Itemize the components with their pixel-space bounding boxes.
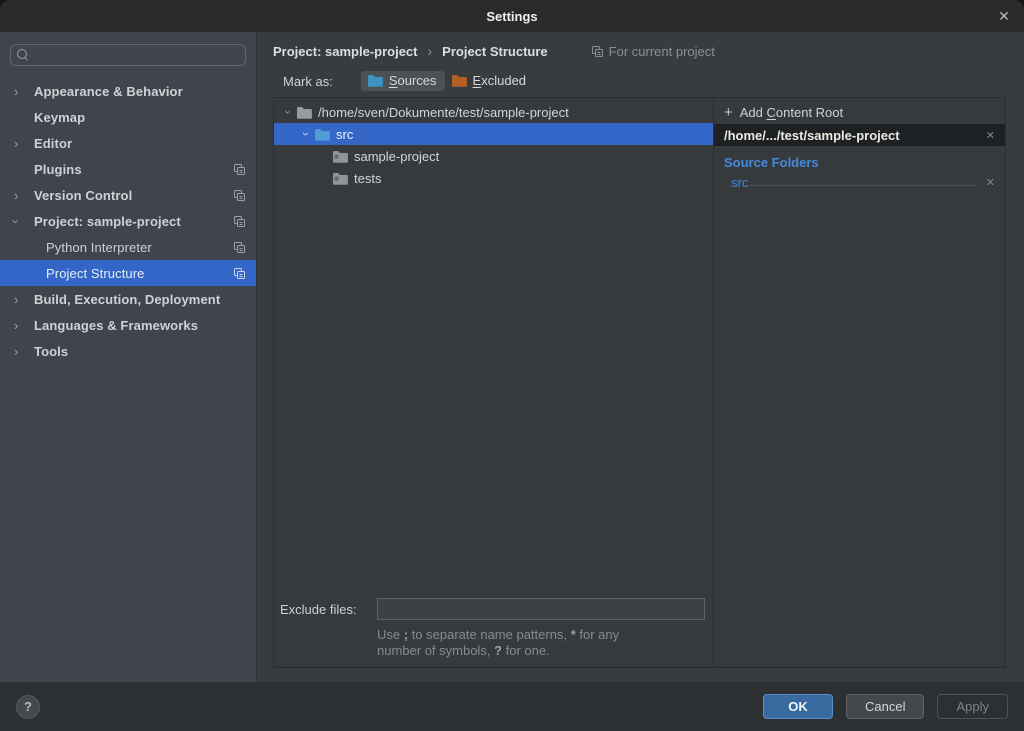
dialog-footer: ? OK Cancel Apply: [0, 682, 1024, 731]
tree-row-content-root[interactable]: › /home/sven/Dokumente/test/sample-proje…: [274, 101, 713, 123]
current-project-badge-icon: [590, 45, 604, 58]
breadcrumb-separator: ›: [428, 43, 433, 59]
remove-source-folder-icon[interactable]: ✕: [984, 176, 997, 189]
source-folder-row[interactable]: src ✕: [714, 172, 1005, 192]
chevron-right-icon: ›: [14, 188, 34, 203]
cancel-button[interactable]: Cancel: [846, 694, 924, 719]
breadcrumb-project: Project: sample-project: [273, 44, 418, 59]
current-project-badge-icon: [232, 267, 246, 280]
sidebar-item-plugins[interactable]: Plugins: [0, 156, 256, 182]
ok-button[interactable]: OK: [763, 694, 833, 719]
source-folder-icon: [367, 74, 383, 87]
remove-content-root-icon[interactable]: ✕: [984, 129, 997, 142]
dialog-title: Settings: [486, 9, 537, 24]
plus-icon: +: [724, 104, 733, 121]
sidebar-item-editor[interactable]: › Editor: [0, 130, 256, 156]
chevron-right-icon: ›: [14, 292, 34, 307]
current-project-badge-icon: [232, 189, 246, 202]
apply-button[interactable]: Apply: [937, 694, 1008, 719]
tree-row-label: tests: [354, 171, 381, 186]
tree-row-label: sample-project: [354, 149, 439, 164]
sidebar-item-languages-frameworks[interactable]: › Languages & Frameworks: [0, 312, 256, 338]
settings-dialog: Settings ✕ › Appearance & Behavior Keyma…: [0, 0, 1024, 731]
exclude-files-label: Exclude files:: [280, 602, 377, 617]
help-button[interactable]: ?: [16, 695, 40, 719]
title-bar: Settings ✕: [0, 0, 1024, 32]
content-root-row[interactable]: /home/.../test/sample-project ✕: [714, 124, 1005, 146]
chevron-down-icon: ›: [298, 127, 314, 141]
chevron-right-icon: ›: [14, 136, 34, 151]
source-folder-name: src: [731, 175, 748, 190]
chevron-right-icon: ›: [14, 318, 34, 333]
settings-sidebar: › Appearance & Behavior Keymap › Editor …: [0, 32, 256, 682]
folder-icon: [296, 106, 312, 119]
tree-row-src[interactable]: › src: [274, 123, 713, 145]
folder-icon: [332, 172, 348, 185]
directory-tree: › /home/sven/Dokumente/test/sample-proje…: [274, 98, 713, 598]
sidebar-item-build-execution-deployment[interactable]: › Build, Execution, Deployment: [0, 286, 256, 312]
tree-row-label: /home/sven/Dokumente/test/sample-project: [318, 105, 569, 120]
source-folder-icon: [314, 128, 330, 141]
current-project-badge-icon: [232, 241, 246, 254]
sidebar-item-appearance-behavior[interactable]: › Appearance & Behavior: [0, 78, 256, 104]
tree-row-sample-project[interactable]: sample-project: [274, 145, 713, 167]
sidebar-item-version-control[interactable]: › Version Control: [0, 182, 256, 208]
chevron-down-icon: ›: [280, 105, 296, 119]
tree-row-label: src: [336, 127, 353, 142]
scope-label: For current project: [609, 44, 715, 59]
sidebar-item-tools[interactable]: › Tools: [0, 338, 256, 364]
search-icon: [17, 49, 29, 61]
sidebar-item-project-structure[interactable]: Project Structure: [0, 260, 256, 286]
chevron-right-icon: ›: [14, 344, 34, 359]
search-box[interactable]: [10, 44, 246, 66]
current-project-badge-icon: [232, 163, 246, 176]
folder-icon: [332, 150, 348, 163]
search-input[interactable]: [35, 48, 239, 63]
chevron-down-icon: ›: [14, 214, 34, 229]
sidebar-item-keymap[interactable]: Keymap: [0, 104, 256, 130]
content-roots-pane: + Add Content Root /home/.../test/sample…: [714, 98, 1005, 667]
sidebar-item-python-interpreter[interactable]: Python Interpreter: [0, 234, 256, 260]
page-title: Project Structure: [442, 44, 547, 59]
source-folders-title: Source Folders: [714, 146, 1005, 172]
settings-nav: › Appearance & Behavior Keymap › Editor …: [0, 78, 256, 364]
sidebar-item-project-sample-project[interactable]: › Project: sample-project: [0, 208, 256, 234]
add-content-root-button[interactable]: + Add Content Root: [714, 98, 1005, 124]
mark-as-label: Mark as:: [283, 74, 333, 89]
mark-as-toolbar: Mark as: Sources Excluded: [257, 66, 1024, 96]
tree-row-tests[interactable]: tests: [274, 167, 713, 189]
content-root-tree-pane: › /home/sven/Dokumente/test/sample-proje…: [274, 98, 714, 667]
current-project-badge-icon: [232, 215, 246, 228]
dotted-leader: [750, 185, 977, 186]
excluded-folder-icon: [451, 74, 467, 87]
content-root-path: /home/.../test/sample-project: [724, 128, 984, 143]
exclude-files-section: Exclude files: Use ; to separate name pa…: [274, 598, 713, 667]
mark-excluded-button[interactable]: Excluded: [445, 71, 534, 91]
breadcrumb: Project: sample-project › Project Struct…: [257, 32, 1024, 66]
close-icon[interactable]: ✕: [992, 4, 1016, 28]
exclude-files-input[interactable]: [377, 598, 705, 620]
exclude-files-hint: Use ; to separate name patterns, * for a…: [377, 627, 705, 659]
chevron-right-icon: ›: [14, 84, 34, 99]
project-structure-panel: › /home/sven/Dokumente/test/sample-proje…: [273, 97, 1006, 668]
scope-indicator: For current project: [590, 44, 715, 59]
main-content: Project: sample-project › Project Struct…: [256, 32, 1024, 682]
mark-sources-button[interactable]: Sources: [361, 71, 445, 91]
